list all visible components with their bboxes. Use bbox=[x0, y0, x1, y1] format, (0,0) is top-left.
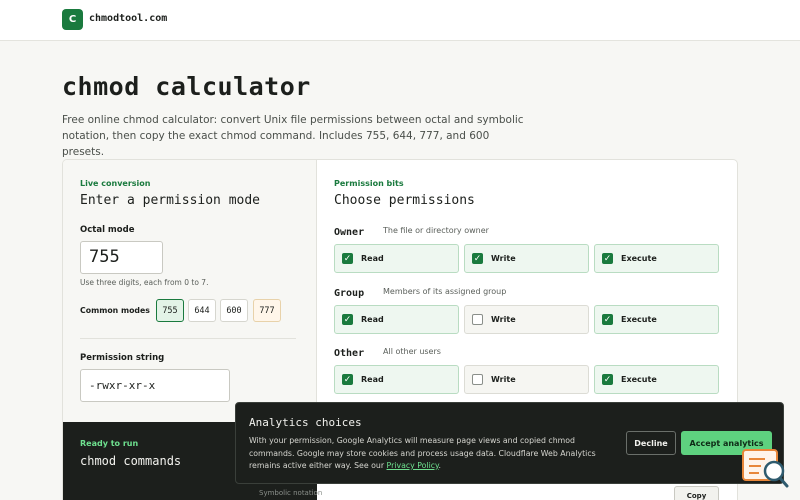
group-execute-toggle[interactable]: ✓ Execute bbox=[594, 305, 719, 334]
checkbox-checked-icon: ✓ bbox=[342, 374, 353, 385]
bit-label: Read bbox=[361, 315, 384, 324]
symbolic-notation-label: Symbolic notation bbox=[259, 489, 323, 497]
owner-read-toggle[interactable]: ✓ Read bbox=[334, 244, 459, 273]
bit-label: Write bbox=[491, 375, 516, 384]
bits-title: Choose permissions bbox=[334, 193, 475, 208]
conversion-title: Enter a permission mode bbox=[80, 193, 261, 208]
decline-button[interactable]: Decline bbox=[626, 431, 676, 455]
checkbox-checked-icon: ✓ bbox=[602, 253, 613, 264]
group-group-desc: Members of its assigned group bbox=[383, 287, 507, 296]
octal-input[interactable]: 755 bbox=[80, 241, 163, 274]
site-header: C chmodtool.com bbox=[0, 0, 800, 41]
help-widget-icon[interactable] bbox=[741, 446, 791, 490]
bits-eyebrow: Permission bits bbox=[334, 179, 404, 188]
consent-text: With your permission, Google Analytics w… bbox=[249, 435, 619, 473]
bit-label: Read bbox=[361, 375, 384, 384]
preset-600-button[interactable]: 600 bbox=[220, 299, 248, 322]
preset-777-button[interactable]: 777 bbox=[253, 299, 281, 322]
group-read-toggle[interactable]: ✓ Read bbox=[334, 305, 459, 334]
owner-write-toggle[interactable]: ✓ Write bbox=[464, 244, 589, 273]
bit-label: Execute bbox=[621, 254, 657, 263]
bit-label: Write bbox=[491, 254, 516, 263]
checkbox-checked-icon: ✓ bbox=[342, 314, 353, 325]
octal-label: Octal mode bbox=[80, 225, 135, 235]
commands-eyebrow: Ready to run bbox=[80, 439, 139, 448]
preset-644-button[interactable]: 644 bbox=[188, 299, 216, 322]
other-execute-toggle[interactable]: ✓ Execute bbox=[594, 365, 719, 394]
group-group-name: Group bbox=[334, 288, 365, 299]
conversion-panel: Live conversion Enter a permission mode … bbox=[63, 160, 317, 422]
other-write-toggle[interactable]: Write bbox=[464, 365, 589, 394]
group-other-name: Other bbox=[334, 348, 365, 359]
checkbox-unchecked-icon bbox=[472, 314, 483, 325]
checkbox-checked-icon: ✓ bbox=[602, 374, 613, 385]
checkbox-checked-icon: ✓ bbox=[472, 253, 483, 264]
octal-hint: Use three digits, each from 0 to 7. bbox=[80, 278, 209, 287]
group-write-toggle[interactable]: Write bbox=[464, 305, 589, 334]
other-read-toggle[interactable]: ✓ Read bbox=[334, 365, 459, 394]
divider bbox=[80, 338, 296, 339]
copy-button[interactable]: Copy bbox=[674, 486, 719, 500]
page-intro: Free online chmod calculator: convert Un… bbox=[62, 114, 524, 158]
bit-label: Execute bbox=[621, 315, 657, 324]
group-owner-desc: The file or directory owner bbox=[383, 226, 489, 235]
checkbox-checked-icon: ✓ bbox=[602, 314, 613, 325]
privacy-policy-link[interactable]: Privacy Policy bbox=[387, 461, 439, 470]
conversion-eyebrow: Live conversion bbox=[80, 179, 151, 188]
group-owner-name: Owner bbox=[334, 227, 365, 238]
analytics-consent-banner: Analytics choices With your permission, … bbox=[235, 402, 784, 484]
presets-label: Common modes bbox=[80, 306, 150, 315]
perm-string-label: Permission string bbox=[80, 353, 165, 363]
bit-label: Read bbox=[361, 254, 384, 263]
consent-title: Analytics choices bbox=[249, 416, 362, 429]
bit-label: Execute bbox=[621, 375, 657, 384]
site-name[interactable]: chmodtool.com bbox=[89, 13, 167, 24]
bit-label: Write bbox=[491, 315, 516, 324]
preset-755-button[interactable]: 755 bbox=[156, 299, 184, 322]
checkbox-checked-icon: ✓ bbox=[342, 253, 353, 264]
group-other-desc: All other users bbox=[383, 347, 441, 356]
commands-title: chmod commands bbox=[80, 454, 182, 468]
page-title: chmod calculator bbox=[62, 72, 311, 101]
logo-icon[interactable]: C bbox=[62, 9, 83, 30]
checkbox-unchecked-icon bbox=[472, 374, 483, 385]
consent-body-end: . bbox=[438, 461, 442, 470]
owner-execute-toggle[interactable]: ✓ Execute bbox=[594, 244, 719, 273]
perm-string-input[interactable]: -rwxr-xr-x bbox=[80, 369, 230, 402]
